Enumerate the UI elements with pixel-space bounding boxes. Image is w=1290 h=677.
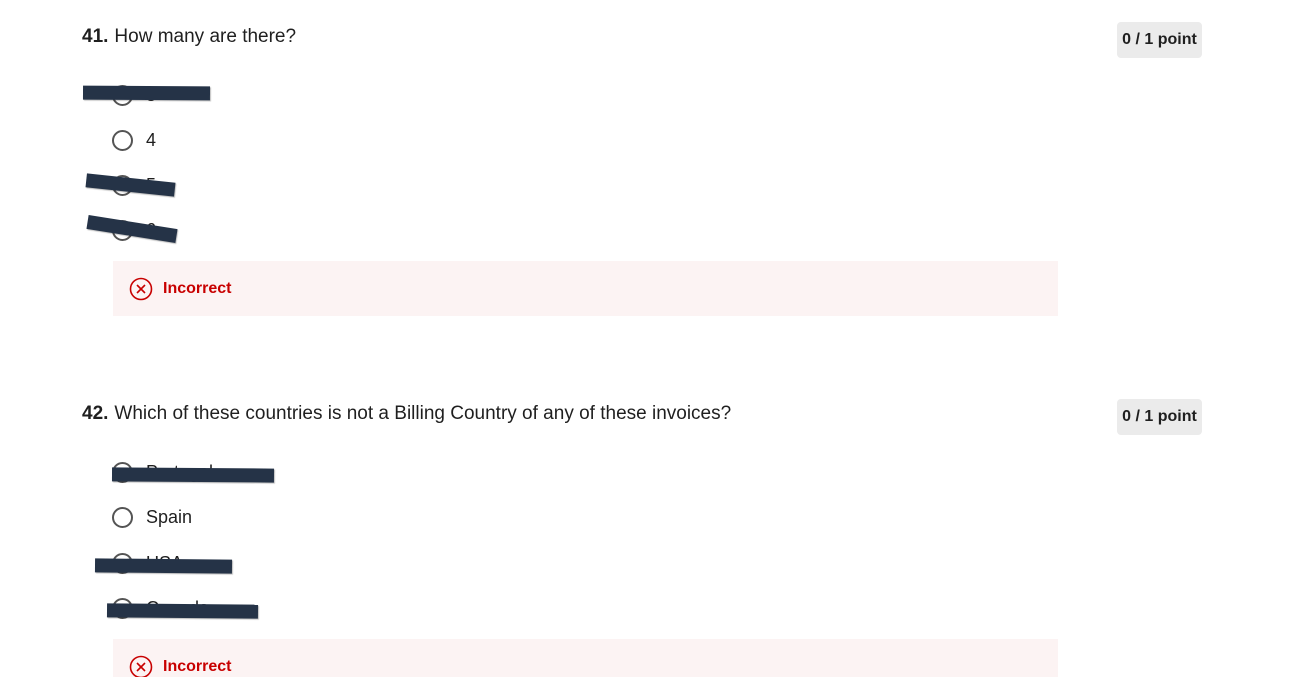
question-header: 42. Which of these countries is not a Bil…: [82, 402, 731, 426]
feedback-text: Incorrect: [163, 279, 232, 297]
redaction-mark: [82, 85, 211, 101]
question-number: 41.: [82, 26, 109, 47]
x-circle-icon: [129, 655, 153, 677]
question-number: 42.: [82, 403, 109, 424]
points-badge: 0 / 1 point: [1117, 22, 1202, 58]
points-badge: 0 / 1 point: [1117, 399, 1202, 435]
question-text: Which of these countries is not a Billin…: [114, 403, 732, 424]
question-header: 41. How many are there?: [82, 25, 296, 49]
x-circle-icon: [129, 277, 153, 300]
feedback-banner: Incorrect: [113, 261, 1058, 316]
feedback-banner: Incorrect: [113, 639, 1058, 677]
option-label: Spain: [146, 506, 193, 527]
feedback-text: Incorrect: [163, 657, 232, 675]
answer-option[interactable]: 4: [112, 127, 156, 153]
radio-button-icon[interactable]: [112, 506, 133, 528]
radio-button-icon[interactable]: [112, 129, 133, 151]
question-text: How many are there?: [114, 26, 297, 47]
answer-option[interactable]: Spain: [112, 504, 192, 530]
option-label: 4: [146, 129, 157, 150]
redaction-mark: [94, 558, 233, 574]
quiz-results-page: 41.How many are there? 0 / 1 point 3 4 5…: [0, 0, 1290, 677]
redaction-mark: [111, 467, 275, 483]
redaction-mark: [106, 603, 259, 619]
